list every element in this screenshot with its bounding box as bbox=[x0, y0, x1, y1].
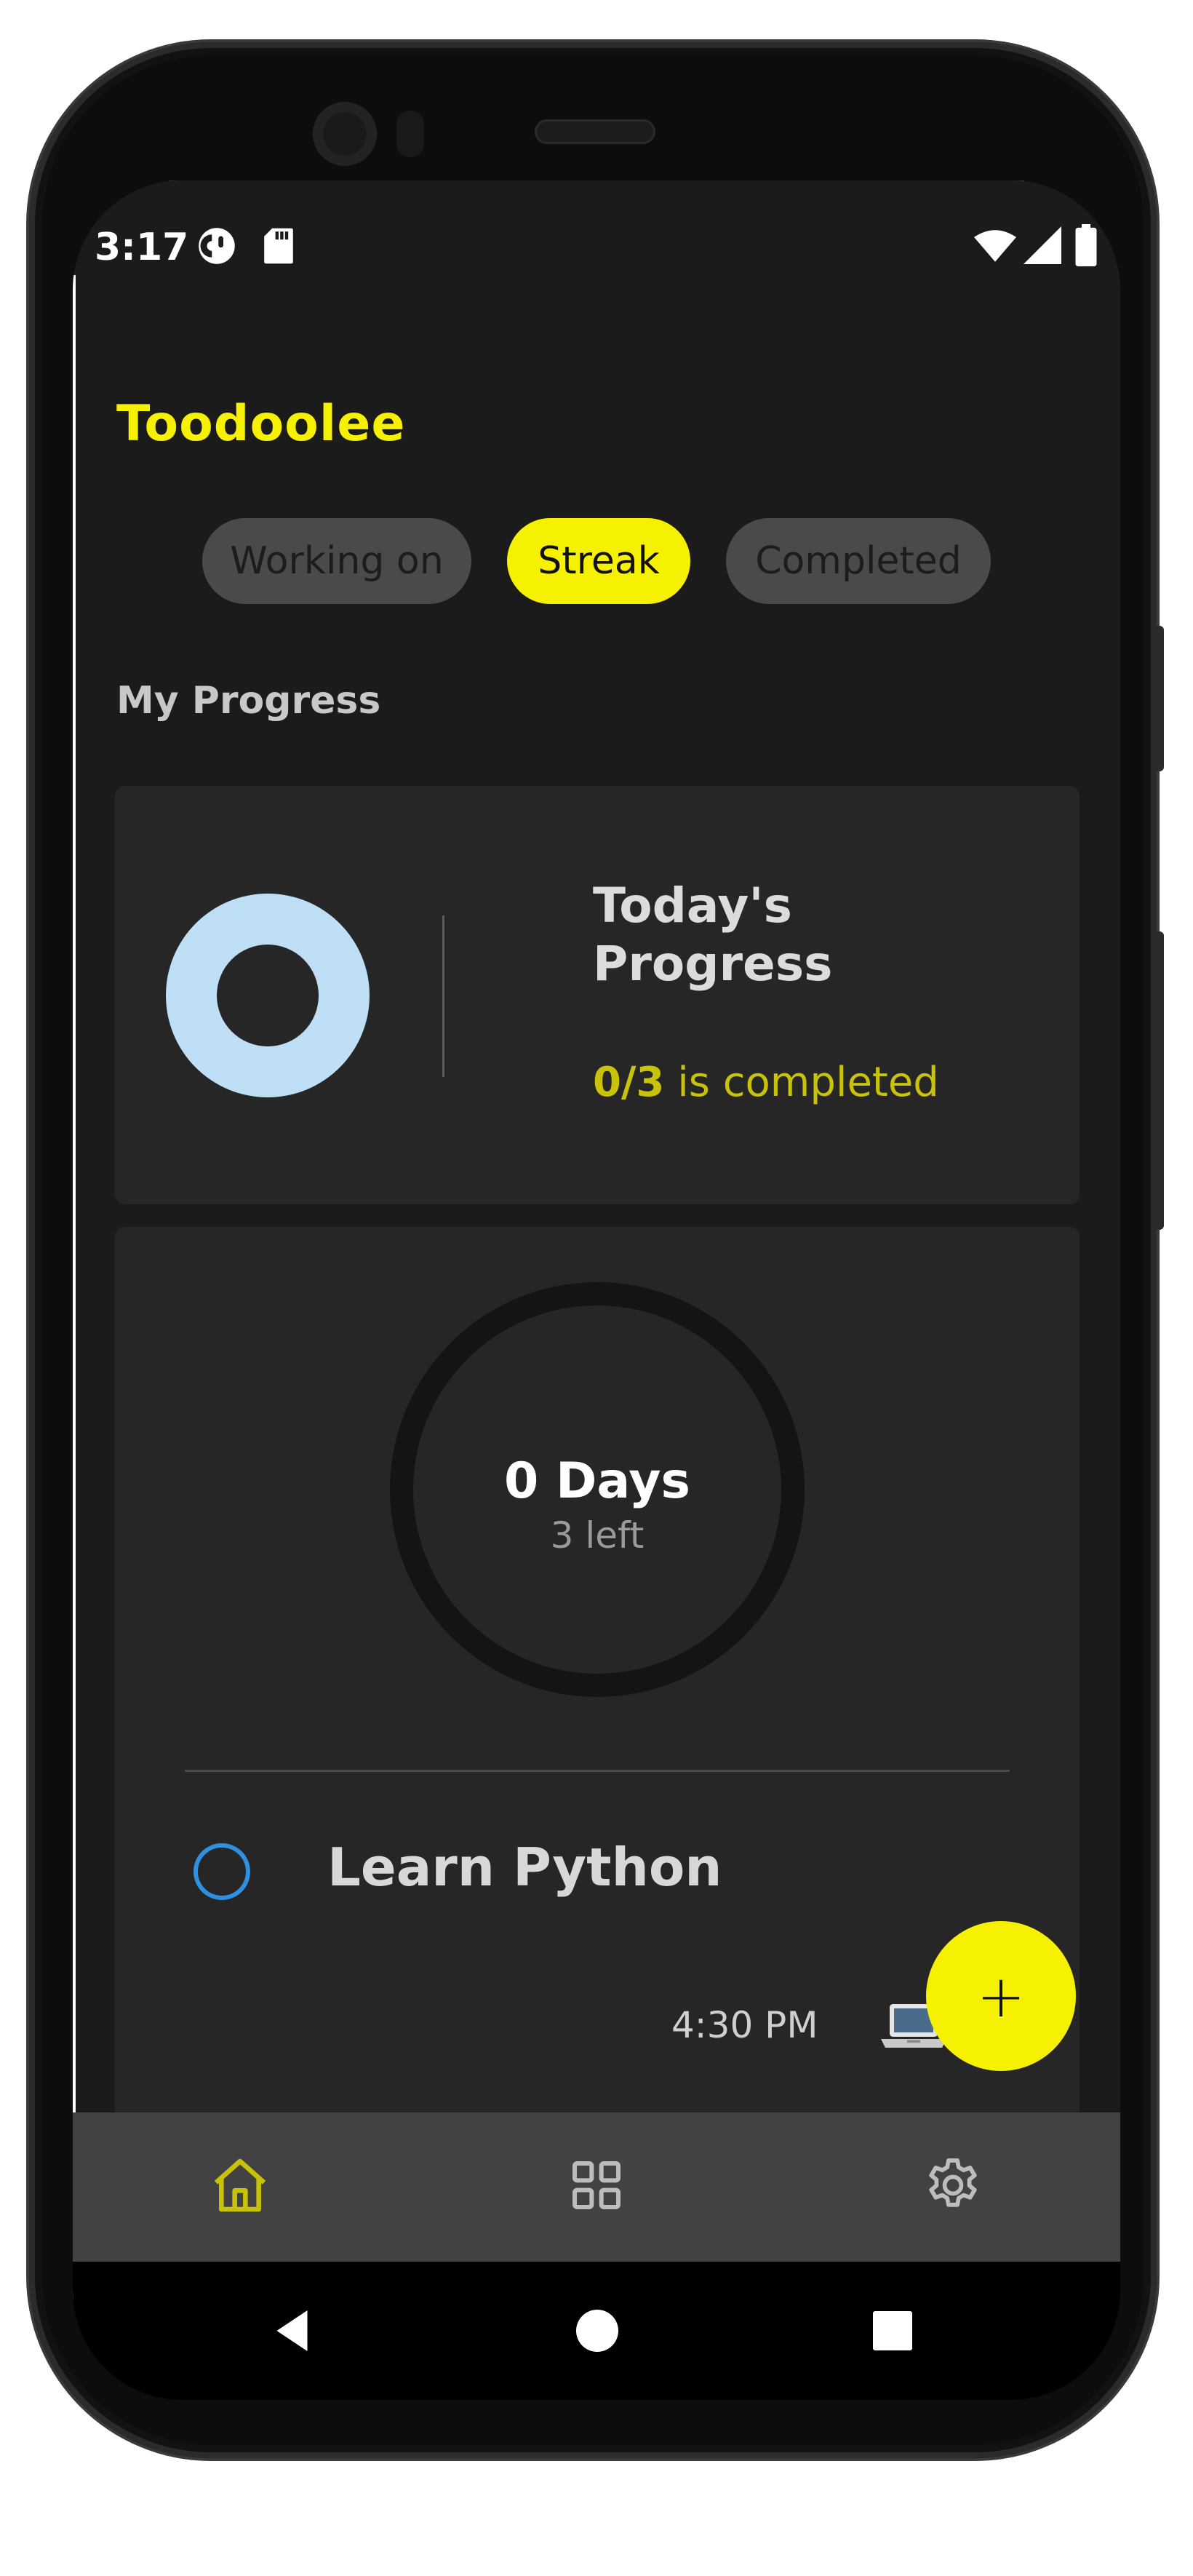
tab-working-on[interactable]: Working on bbox=[202, 518, 471, 604]
progress-count-suffix: is completed bbox=[677, 1059, 939, 1106]
streak-days: 0 Days bbox=[503, 1452, 691, 1510]
front-camera-icon bbox=[313, 102, 377, 166]
system-nav-bar bbox=[73, 2262, 1120, 2400]
add-task-button[interactable]: + bbox=[926, 1921, 1076, 2071]
progress-title-line1: Today's bbox=[593, 878, 792, 934]
recents-icon[interactable] bbox=[873, 2311, 912, 2350]
nav-grid[interactable] bbox=[560, 2149, 633, 2222]
power-button bbox=[1154, 931, 1164, 1230]
progress-donut bbox=[166, 894, 370, 1097]
home-icon bbox=[214, 2158, 266, 2212]
settings-icon bbox=[929, 2158, 977, 2207]
progress-card: Today's Progress 0/3 is completed bbox=[115, 786, 1080, 1204]
progress-count-value: 0/3 bbox=[593, 1059, 665, 1106]
section-title: My Progress bbox=[116, 679, 381, 723]
home-circle-icon[interactable] bbox=[576, 2310, 618, 2352]
sensor-icon bbox=[396, 111, 424, 157]
status-time: 3:17 bbox=[95, 226, 189, 269]
nav-settings[interactable] bbox=[917, 2149, 989, 2222]
streak-divider bbox=[185, 1770, 1010, 1772]
phone-screen: 3:17 Toodoolee Working on Streak Complet… bbox=[73, 180, 1120, 2400]
card-divider bbox=[442, 915, 444, 1077]
earpiece-speaker bbox=[535, 119, 655, 144]
task-title[interactable]: Learn Python bbox=[327, 1837, 722, 1898]
app-title: Toodoolee bbox=[116, 395, 406, 453]
data-saver-icon bbox=[196, 226, 237, 266]
streak-left: 3 left bbox=[550, 1514, 645, 1557]
wifi-icon bbox=[973, 226, 1017, 266]
progress-title-line2: Progress bbox=[593, 936, 833, 992]
battery-icon bbox=[1073, 223, 1099, 268]
bottom-nav bbox=[73, 2112, 1120, 2262]
task-checkbox[interactable] bbox=[193, 1843, 250, 1900]
progress-donut-hole bbox=[217, 945, 319, 1046]
tab-streak[interactable]: Streak bbox=[507, 518, 690, 604]
back-icon[interactable] bbox=[269, 2305, 320, 2356]
left-edge-line bbox=[73, 275, 76, 2298]
grid-icon bbox=[572, 2161, 621, 2209]
cell-signal-icon bbox=[1022, 224, 1063, 266]
volume-button bbox=[1154, 626, 1164, 771]
task-time: 4:30 PM bbox=[671, 2004, 818, 2046]
tab-completed[interactable]: Completed bbox=[726, 518, 991, 604]
nav-home[interactable] bbox=[204, 2149, 276, 2222]
progress-count: 0/3 is completed bbox=[593, 1059, 939, 1106]
add-icon: + bbox=[976, 1962, 1026, 2030]
sd-card-icon bbox=[260, 226, 297, 266]
